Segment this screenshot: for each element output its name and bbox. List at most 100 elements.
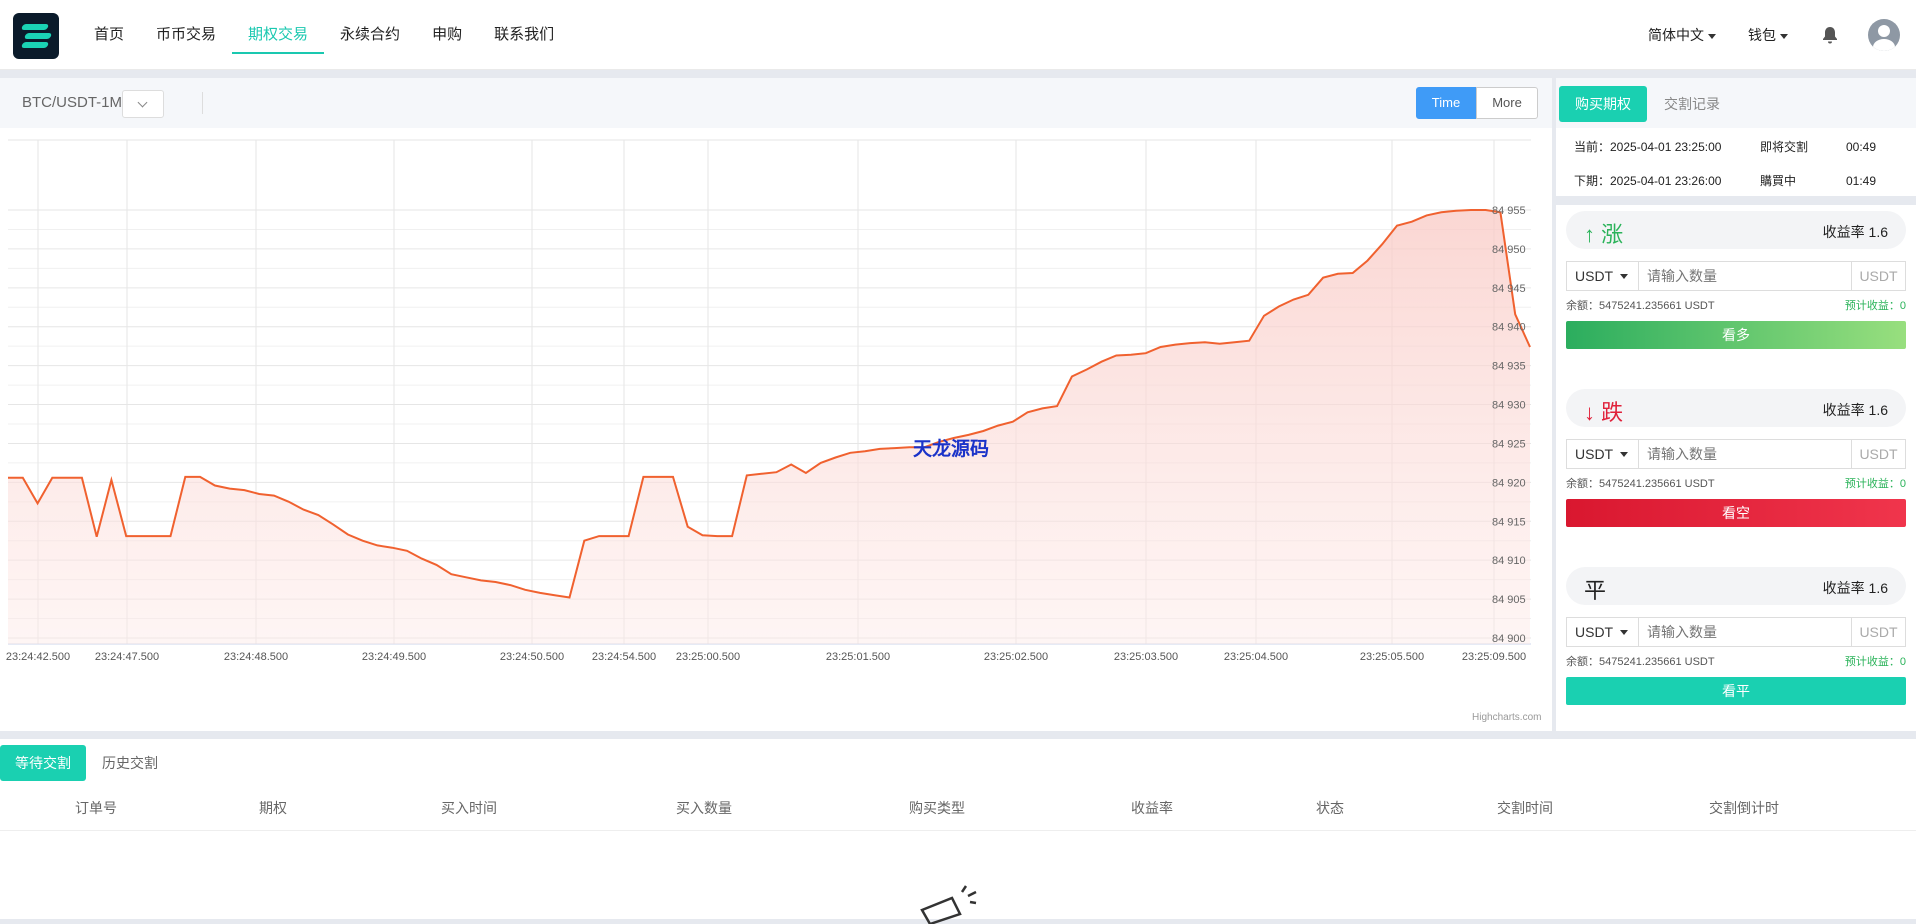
yield-rate: 收益率 1.6 xyxy=(1822,402,1888,418)
estimated-profit: 预计收益：0 xyxy=(1844,300,1906,312)
balance-text: 余额：5475241.235661 USDT xyxy=(1566,300,1715,312)
nav-options[interactable]: 期权交易 xyxy=(232,0,325,70)
y-tick-label: 84 915 xyxy=(1492,516,1526,528)
wallet-dropdown[interactable]: 钱包 xyxy=(1748,25,1788,45)
direction-bar: ↓ 跌 收益率 1.6 xyxy=(1566,389,1906,427)
caret-down-icon xyxy=(1620,452,1628,457)
unit-label: USDT xyxy=(1851,618,1905,646)
bell-icon[interactable] xyxy=(1820,25,1840,45)
top-navbar: 首页 币币交易 期权交易 永续合约 申购 联系我们 简体中文 钱包 xyxy=(0,0,1916,70)
caret-down-icon xyxy=(1620,274,1628,279)
tab-buy-option[interactable]: 购买期权 xyxy=(1559,86,1647,122)
x-tick-label: 23:25:05.500 xyxy=(1360,651,1424,663)
x-tick-label: 23:25:01.500 xyxy=(826,651,890,663)
y-tick-label: 84 925 xyxy=(1492,438,1526,450)
y-tick-label: 84 900 xyxy=(1492,633,1526,645)
x-tick-label: 23:24:42.500 xyxy=(6,651,70,663)
balance-text: 余额：5475241.235661 USDT xyxy=(1566,656,1715,668)
y-tick-label: 84 910 xyxy=(1492,555,1526,567)
x-tick-label: 23:24:50.500 xyxy=(500,651,564,663)
amount-input-row: USDT USDT xyxy=(1566,439,1906,469)
next-period-label: 下期：2025-04-01 23:26:00 xyxy=(1574,174,1722,188)
direction-down-label: ↓ 跌 xyxy=(1584,400,1624,425)
option-side-panel: 购买期权 交割记录 当前：2025-04-01 23:25:00 即将交割 00:4… xyxy=(1556,78,1916,731)
estimated-profit: 预计收益：0 xyxy=(1844,478,1906,490)
side-tabs: 购买期权 交割记录 xyxy=(1556,78,1916,128)
col-delivery-time: 交割时间 xyxy=(1497,800,1553,816)
buy-flat-button[interactable]: 看平 xyxy=(1566,677,1906,705)
y-tick-label: 84 920 xyxy=(1492,477,1526,489)
nav-spot[interactable]: 币币交易 xyxy=(140,0,232,70)
yield-rate: 收益率 1.6 xyxy=(1822,580,1888,596)
nav-contact[interactable]: 联系我们 xyxy=(478,0,570,70)
logo[interactable] xyxy=(13,13,59,59)
caret-down-icon xyxy=(1620,630,1628,635)
chart-credit[interactable]: Highcharts.com xyxy=(1472,712,1541,723)
x-tick-label: 23:24:49.500 xyxy=(362,651,426,663)
x-tick-label: 23:24:48.500 xyxy=(224,651,288,663)
pair-select-dropdown[interactable] xyxy=(122,90,164,118)
balance-text: 余额：5475241.235661 USDT xyxy=(1566,478,1715,490)
amount-input-row: USDT USDT xyxy=(1566,617,1906,647)
x-tick-label: 23:25:03.500 xyxy=(1114,651,1178,663)
estimated-profit: 预计收益：0 xyxy=(1844,656,1906,668)
nav-home[interactable]: 首页 xyxy=(78,0,140,70)
x-tick-label: 23:25:00.500 xyxy=(676,651,740,663)
card-up: ↑ 涨 收益率 1.6 USDT USDT 余额：5475241.235661 … xyxy=(1556,205,1916,383)
orders-table-header: 订单号 期权 买入时间 买入数量 购买类型 收益率 状态 交割时间 交割倒计时 xyxy=(0,785,1916,831)
y-tick-label: 84 905 xyxy=(1492,594,1526,606)
next-period-state: 購買中 xyxy=(1760,174,1797,188)
x-axis-labels: 23:24:42.500 23:24:47.500 23:24:48.500 23:2… xyxy=(6,651,1526,663)
currency-select[interactable]: USDT xyxy=(1567,440,1639,468)
tab-history-delivery[interactable]: 历史交割 xyxy=(102,745,158,781)
price-chart[interactable]: 84 955 84 950 84 945 84 940 84 935 84 930 84 9… xyxy=(0,128,1552,731)
series-area xyxy=(8,210,1530,644)
tab-pending-delivery[interactable]: 等待交割 xyxy=(0,745,86,781)
direction-bar: ↑ 涨 收益率 1.6 xyxy=(1566,211,1906,249)
chart-panel: BTC/USDT-1M Time More 84 955 84 950 84 945… xyxy=(0,78,1552,731)
next-period-row: 下期：2025-04-01 23:26:00 購買中 01:49 xyxy=(1574,172,1876,189)
nav-perpetual[interactable]: 永续合约 xyxy=(324,0,416,70)
current-period-state: 即将交割 xyxy=(1760,140,1809,154)
chart-toolbar: BTC/USDT-1M Time More xyxy=(0,78,1552,128)
language-dropdown[interactable]: 简体中文 xyxy=(1648,25,1716,45)
unit-label: USDT xyxy=(1851,262,1905,290)
pair-label: BTC/USDT-1M xyxy=(22,94,123,111)
y-tick-label: 84 935 xyxy=(1492,361,1526,373)
unit-label: USDT xyxy=(1851,440,1905,468)
currency-select[interactable]: USDT xyxy=(1567,618,1639,646)
card-flat: 平 收益率 1.6 USDT USDT 余额：5475241.235661 US… xyxy=(1556,561,1916,731)
y-tick-label: 84 930 xyxy=(1492,400,1526,412)
amount-input[interactable] xyxy=(1647,440,1847,468)
col-buy-time: 买入时间 xyxy=(441,800,497,816)
amount-input-row: USDT USDT xyxy=(1566,261,1906,291)
period-info: 当前：2025-04-01 23:25:00 即将交割 00:49 下期：2025-… xyxy=(1556,128,1916,196)
chevron-down-icon xyxy=(1780,33,1788,39)
col-buy-amount: 买入数量 xyxy=(676,800,732,816)
direction-flat-label: 平 xyxy=(1584,578,1607,603)
y-tick-label: 84 955 xyxy=(1492,205,1526,217)
avatar-icon[interactable] xyxy=(1868,19,1900,51)
col-buy-type: 购买类型 xyxy=(909,800,965,816)
amount-input[interactable] xyxy=(1647,262,1847,290)
y-tick-label: 84 950 xyxy=(1492,244,1526,256)
buy-long-button[interactable]: 看多 xyxy=(1566,321,1906,349)
y-tick-label: 84 940 xyxy=(1492,322,1526,334)
tab-delivery-records[interactable]: 交割记录 xyxy=(1664,86,1720,122)
x-tick-label: 23:24:54.500 xyxy=(592,651,656,663)
x-tick-label: 23:25:04.500 xyxy=(1224,651,1288,663)
current-period-countdown: 00:49 xyxy=(1846,140,1877,154)
buy-short-button[interactable]: 看空 xyxy=(1566,499,1906,527)
amount-input[interactable] xyxy=(1647,618,1847,646)
col-order-id: 订单号 xyxy=(75,800,117,816)
x-tick-label: 23:25:09.500 xyxy=(1462,651,1526,663)
current-period-row: 当前：2025-04-01 23:25:00 即将交割 00:49 xyxy=(1574,138,1876,155)
col-status: 状态 xyxy=(1316,800,1344,816)
time-button[interactable]: Time xyxy=(1416,87,1476,119)
more-button[interactable]: More xyxy=(1476,87,1538,119)
currency-select[interactable]: USDT xyxy=(1567,262,1639,290)
yield-rate: 收益率 1.6 xyxy=(1822,224,1888,240)
col-delivery-countdown: 交割倒计时 xyxy=(1709,800,1779,816)
nav-subscribe[interactable]: 申购 xyxy=(416,0,478,70)
col-yield: 收益率 xyxy=(1131,800,1173,816)
